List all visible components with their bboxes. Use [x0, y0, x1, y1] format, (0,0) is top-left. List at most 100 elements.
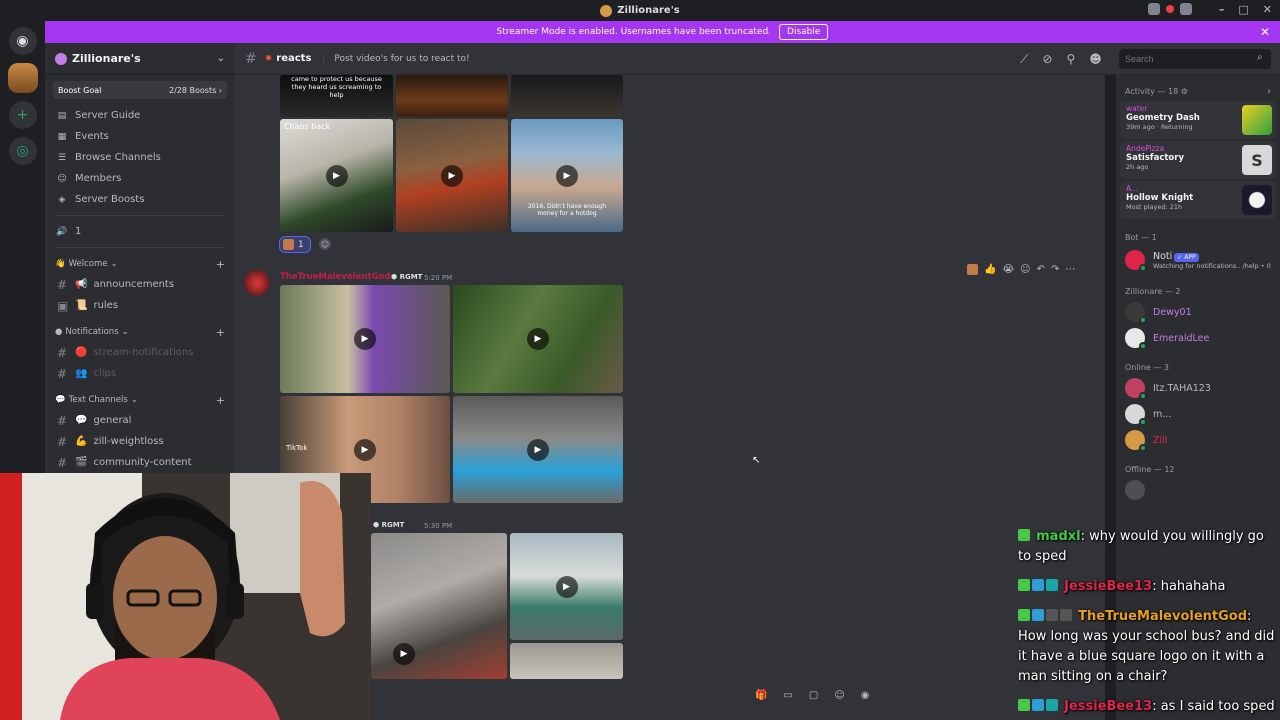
play-icon[interactable]: ▶	[441, 164, 463, 187]
reaction-chip[interactable]: 1	[279, 236, 311, 253]
avatar	[1125, 378, 1147, 400]
minimize-icon[interactable]: –	[1219, 3, 1225, 16]
close-icon[interactable]: ✕	[1260, 25, 1270, 39]
play-icon[interactable]: ▶	[555, 575, 578, 598]
threads-icon[interactable]: ⟋	[1020, 52, 1028, 67]
member-row[interactable]: Noti ✓ APP Watching for notifications.. /…	[1116, 245, 1280, 275]
video-thumbnail[interactable]: ▶ 2016, Didn't have enough money for a h…	[511, 119, 623, 232]
add-channel-icon[interactable]: +	[216, 394, 225, 407]
tiktok-watermark: TikTok	[286, 444, 308, 452]
category-welcome[interactable]: 👋 Welcome ⌄ +	[45, 254, 235, 274]
voice-count[interactable]: 🔊 1	[45, 221, 235, 242]
chat-text: How long was your school bus? and did it…	[1018, 629, 1275, 684]
discover-icon[interactable]: ◎	[8, 137, 37, 165]
nav-server-boosts[interactable]: ◈ Server Boosts	[45, 189, 235, 210]
disable-button[interactable]: Disable	[779, 24, 829, 40]
category-text-channels[interactable]: 💬 Text Channels ⌄ +	[45, 390, 235, 410]
hash-icon: #	[57, 455, 68, 470]
pin-icon[interactable]: ⚲	[1066, 52, 1075, 67]
channel-announcements[interactable]: # 📢 announcements	[45, 274, 235, 295]
nav-events[interactable]: ▦ Events	[45, 126, 235, 147]
emoji-icon[interactable]: ☺	[834, 690, 844, 701]
category-notifications[interactable]: ● Notifications ⌄ +	[45, 322, 235, 342]
chat-username: madxl	[1036, 529, 1081, 544]
channel-clips[interactable]: # 👥 clips	[45, 363, 235, 384]
gif-icon[interactable]: ▭	[783, 690, 792, 701]
activity-header[interactable]: Activity — 18 ⚙ ›	[1116, 83, 1280, 99]
nav-server-guide[interactable]: ▤ Server Guide	[45, 105, 235, 126]
add-channel-icon[interactable]: +	[216, 326, 225, 339]
channel-topic[interactable]: Post video's for us to react to!	[323, 53, 470, 64]
crying-emoji-icon[interactable]: 😭	[1002, 264, 1014, 275]
avatar[interactable]	[244, 270, 270, 296]
play-icon[interactable]: ▶	[527, 438, 549, 461]
nav-browse-channels[interactable]: ☰ Browse Channels	[45, 147, 235, 168]
member-row[interactable]: Itz.TAHA123	[1116, 375, 1280, 401]
inbox-icon[interactable]	[1148, 3, 1160, 15]
server-avatar[interactable]	[7, 63, 38, 93]
video-thumbnail[interactable]	[510, 643, 623, 679]
channel-rules[interactable]: ▣ 📜 rules	[45, 295, 235, 316]
video-thumbnail[interactable]: ▶	[371, 533, 507, 679]
server-header[interactable]: Zillionare's ⌄	[45, 43, 235, 75]
streamer-webcam-image	[0, 473, 371, 720]
play-icon[interactable]: ▶	[325, 164, 348, 187]
mute-bell-icon[interactable]: ⊘	[1042, 52, 1052, 67]
member-name: EmeraldLee	[1153, 332, 1210, 344]
member-row[interactable]: Dewy01	[1116, 299, 1280, 325]
play-icon[interactable]: ▶	[393, 643, 415, 665]
custom-emoji-icon[interactable]	[967, 263, 978, 275]
activity-card[interactable]: A... Hollow Knight Most played: 21h	[1120, 181, 1276, 219]
add-server-icon[interactable]: +	[8, 101, 37, 129]
video-thumbnail[interactable]	[511, 75, 623, 117]
message-author[interactable]: TheTrueMalevolentGod	[280, 272, 390, 282]
play-icon[interactable]: ▶	[354, 328, 376, 350]
video-thumbnail[interactable]: Chaos back ▶	[280, 119, 393, 232]
member-row[interactable]: EmeraldLee	[1116, 325, 1280, 351]
video-thumbnail[interactable]: ▶	[453, 285, 623, 393]
add-reaction-icon[interactable]: ☺	[319, 238, 331, 250]
member-row[interactable]	[1116, 477, 1280, 503]
discord-home-icon[interactable]: ◉	[8, 27, 37, 55]
add-reaction-icon[interactable]: ☺	[1020, 264, 1030, 275]
member-row[interactable]: m...	[1116, 401, 1280, 427]
category-label: Welcome	[68, 259, 108, 269]
nav-members[interactable]: ☺ Members	[45, 168, 235, 189]
more-icon[interactable]: ⋯	[1065, 264, 1075, 275]
thumbs-up-icon[interactable]: 👍	[984, 264, 996, 275]
search-icon: ⌕	[1257, 52, 1263, 63]
activity-card[interactable]: water Geometry Dash 39m ago · Returning	[1120, 101, 1276, 139]
channel-stream-notifications[interactable]: # 🔴 stream-notifications	[45, 342, 235, 363]
video-thumbnail[interactable]: came to protect us because they heard us…	[280, 75, 393, 117]
activity-card[interactable]: AndePizza Satisfactory 2h ago S	[1120, 141, 1276, 179]
reply-icon[interactable]: ↶	[1037, 264, 1045, 275]
boost-goal[interactable]: Boost Goal 2/28 Boosts ›	[53, 81, 227, 99]
sticker-icon[interactable]: ▢	[809, 690, 818, 701]
gift-icon[interactable]: 🎁	[755, 690, 767, 701]
video-thumbnail[interactable]: ▶	[453, 396, 623, 503]
play-icon[interactable]: ▶	[354, 438, 376, 461]
video-thumbnail[interactable]	[396, 75, 508, 117]
maximize-icon[interactable]: □	[1238, 3, 1248, 16]
close-window-icon[interactable]: ✕	[1263, 3, 1272, 16]
channel-general[interactable]: # 💬 general	[45, 410, 235, 431]
play-icon[interactable]: ▶	[527, 328, 549, 350]
gear-icon[interactable]: ⚙	[1181, 87, 1188, 96]
game-icon[interactable]: ◉	[861, 690, 870, 701]
boost-count-text: 2/28 Boosts	[168, 85, 217, 95]
add-channel-icon[interactable]: +	[216, 258, 225, 271]
play-icon[interactable]: ▶	[556, 164, 578, 187]
avatar	[1125, 302, 1147, 324]
video-thumbnail[interactable]: ▶	[396, 119, 508, 232]
chevron-right-icon[interactable]: ›	[1267, 86, 1271, 97]
search-input[interactable]	[1119, 49, 1271, 69]
help-icon[interactable]	[1180, 3, 1192, 15]
video-thumbnail[interactable]: ▶	[280, 285, 450, 393]
forward-icon[interactable]: ↷	[1051, 264, 1059, 275]
channel-community-content[interactable]: # 🎬 community-content	[45, 452, 235, 473]
member-list-icon[interactable]: ☻	[1089, 52, 1102, 67]
nav-label: Server Boosts	[75, 194, 145, 205]
member-row[interactable]: Zill	[1116, 427, 1280, 453]
channel-zill-weightloss[interactable]: # 💪 zill-weightloss	[45, 431, 235, 452]
video-thumbnail[interactable]: ▶	[510, 533, 623, 640]
